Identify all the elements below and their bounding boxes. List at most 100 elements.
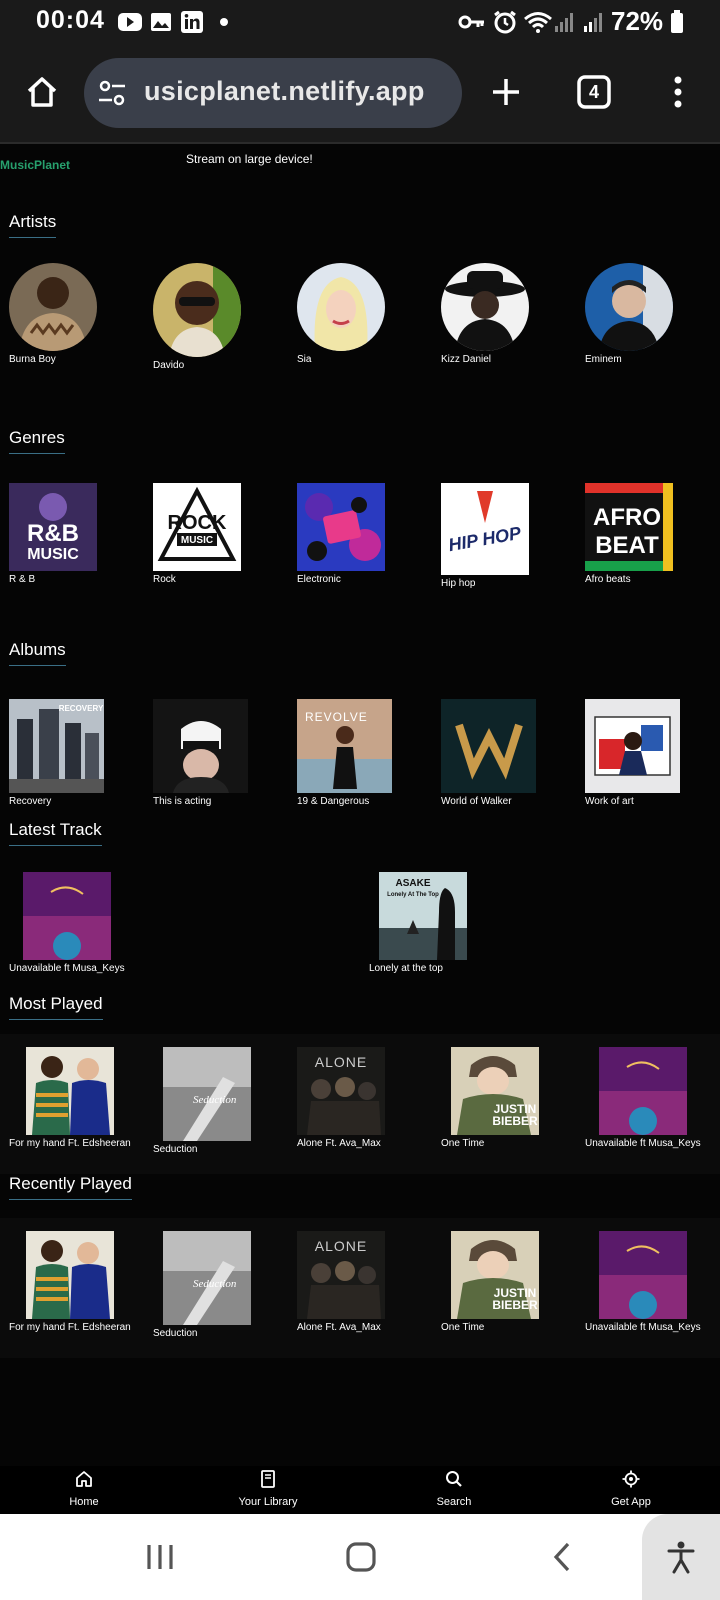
track-card[interactable]: Seduction Seduction (153, 1047, 283, 1155)
nav-home-label: Home (69, 1496, 99, 1508)
nav-search[interactable]: Search (394, 1470, 514, 1508)
album-card[interactable]: This is acting (153, 699, 283, 807)
genre-art: AFRO BEAT (585, 483, 673, 571)
stream-notice: Stream on large device! (186, 152, 313, 166)
track-card[interactable]: ASAKE Lonely At The Top Lonely at the top (369, 872, 499, 974)
browser-menu-button[interactable] (654, 68, 702, 116)
asake-art-subtext: Lonely At The Top (387, 892, 439, 898)
track-card[interactable]: JUSTIN BIEBER One Time (441, 1231, 571, 1333)
genre-name: Afro beats (585, 574, 631, 585)
new-tab-button[interactable] (482, 68, 530, 116)
genre-card[interactable]: ROCK MUSIC Rock (153, 483, 283, 585)
nav-home[interactable]: Home (24, 1470, 144, 1508)
nav-get-app[interactable]: Get App (571, 1470, 691, 1508)
web-page: MusicPlanet Stream on large device! Arti… (0, 144, 720, 1466)
album-card[interactable]: World of Walker (441, 699, 571, 807)
track-card[interactable]: Unavailable ft Musa_Keys (585, 1047, 715, 1149)
genre-card[interactable]: Electronic (297, 483, 427, 585)
wifi-icon (524, 12, 552, 33)
nav-library[interactable]: Your Library (208, 1470, 328, 1508)
track-card[interactable]: ALONE Alone Ft. Ava_Max (297, 1231, 427, 1333)
battery-icon (671, 10, 683, 33)
back-button[interactable] (537, 1536, 587, 1578)
back-icon (553, 1542, 570, 1572)
track-art (599, 1231, 687, 1319)
track-card[interactable]: ALONE Alone Ft. Ava_Max (297, 1047, 427, 1149)
track-name: Unavailable ft Musa_Keys (585, 1322, 701, 1333)
rock-art-text: ROCK (168, 512, 227, 534)
track-art: ASAKE Lonely At The Top (379, 872, 467, 960)
track-art (599, 1047, 687, 1135)
album-name: Recovery (9, 796, 52, 807)
album-card[interactable]: REVOLVE 19 & Dangerous (297, 699, 427, 807)
section-title-genres: Genres (9, 428, 65, 454)
artist-photo (441, 263, 529, 351)
linkedin-icon (181, 11, 203, 33)
brand-logo[interactable]: MusicPlanet (0, 158, 70, 172)
track-card[interactable]: Unavailable ft Musa_Keys (585, 1231, 715, 1333)
track-art (26, 1047, 114, 1135)
status-bar: 00:04 72% (0, 0, 720, 46)
artist-card[interactable]: Sia (297, 263, 427, 365)
track-art: Seduction (163, 1231, 251, 1325)
track-card[interactable]: JUSTIN BIEBER One Time (441, 1047, 571, 1149)
signal-icon (555, 13, 573, 32)
alone-art-text: ALONE (315, 1054, 367, 1070)
artist-card[interactable]: Burna Boy (9, 263, 139, 365)
genre-card[interactable]: AFRO BEAT Afro beats (585, 483, 715, 585)
track-art: ALONE (297, 1047, 385, 1135)
tab-switcher-button[interactable]: 4 (570, 68, 618, 116)
site-settings-icon (99, 80, 125, 106)
browser-toolbar: usicplanet.netlify.app 4 (0, 46, 720, 144)
recovery-art-text: RECOVERY (59, 704, 104, 713)
rnb-art-text: R&B (27, 520, 79, 547)
album-name: Work of art (585, 796, 634, 807)
track-name: Unavailable ft Musa_Keys (585, 1138, 701, 1149)
track-name: Alone Ft. Ava_Max (297, 1138, 381, 1149)
track-card[interactable]: Seduction Seduction (153, 1231, 283, 1339)
track-card[interactable]: For my hand Ft. Edsheeran (9, 1231, 139, 1333)
album-art (153, 699, 248, 793)
artist-name: Kizz Daniel (441, 354, 492, 365)
track-art: JUSTIN BIEBER (451, 1047, 539, 1135)
artist-name: Sia (297, 354, 312, 365)
address-bar[interactable]: usicplanet.netlify.app (84, 58, 462, 128)
home-icon (27, 77, 57, 107)
track-card[interactable]: Unavailable ft Musa_Keys (9, 872, 139, 974)
accessibility-icon (667, 1541, 695, 1574)
target-icon (622, 1470, 640, 1488)
battery-percent: 72% (611, 6, 664, 36)
url-text: usicplanet.netlify.app (144, 76, 425, 106)
genre-card[interactable]: R&B MUSIC R & B (9, 483, 139, 585)
signal-icon-2 (584, 13, 602, 32)
album-art: RECOVERY (9, 699, 104, 793)
artist-card[interactable]: Eminem (585, 263, 715, 365)
home-button[interactable] (18, 68, 66, 116)
track-card[interactable]: For my hand Ft. Edsheeran (9, 1047, 139, 1149)
beat-art-text: BEAT (595, 532, 659, 559)
seduction-art-text: Seduction (193, 1278, 237, 1290)
gallery-icon (151, 13, 171, 31)
recent-apps-button[interactable] (135, 1536, 185, 1578)
accessibility-button[interactable] (642, 1514, 720, 1600)
system-nav-bar (0, 1514, 720, 1600)
track-name: Unavailable ft Musa_Keys (9, 963, 125, 974)
nav-library-label: Your Library (238, 1496, 298, 1508)
library-icon (261, 1470, 275, 1488)
genre-card[interactable]: HIP HOP Hip hop (441, 483, 571, 589)
system-home-button[interactable] (336, 1536, 386, 1578)
album-name: This is acting (153, 796, 212, 807)
asake-art-text: ASAKE (395, 878, 430, 889)
artist-card[interactable]: Davido (153, 263, 283, 371)
artist-card[interactable]: Kizz Daniel (441, 263, 571, 365)
app-bottom-nav: Home Your Library Search Get App (0, 1466, 720, 1514)
genre-art (297, 483, 385, 571)
nav-search-label: Search (436, 1496, 472, 1508)
artist-name: Eminem (585, 354, 622, 365)
section-title-recently-played: Recently Played (9, 1174, 132, 1200)
album-card[interactable]: RECOVERY Recovery (9, 699, 139, 807)
album-card[interactable]: Work of art (585, 699, 715, 807)
plus-icon (493, 79, 519, 105)
artist-name: Burna Boy (9, 354, 56, 365)
album-art (441, 699, 536, 793)
